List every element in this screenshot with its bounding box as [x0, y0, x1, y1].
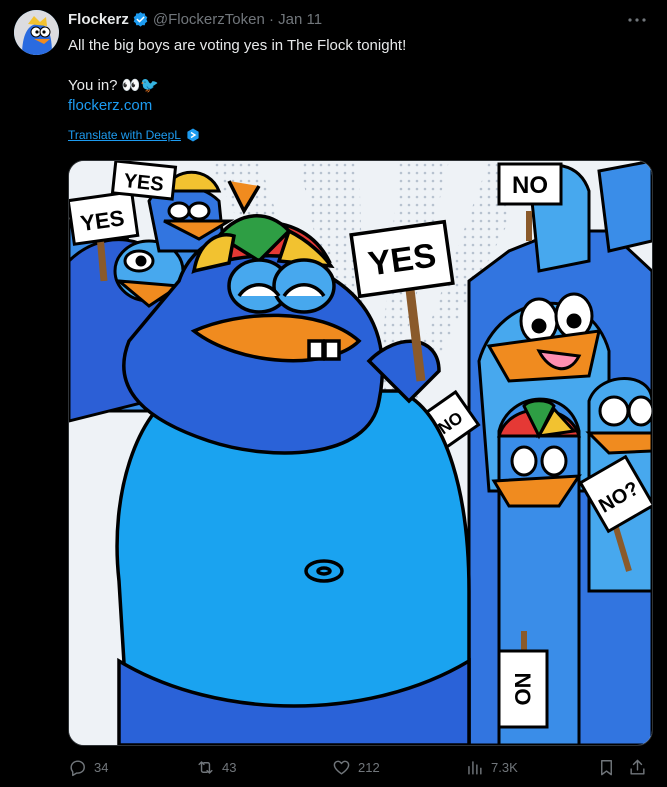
tweet-actions: 34 43 212 7.3K [68, 758, 651, 780]
tweet-link[interactable]: flockerz.com [68, 96, 648, 116]
avatar-bird-icon [14, 10, 59, 55]
tweet-text: All the big boys are voting yes in The F… [68, 36, 648, 116]
deepl-icon [187, 128, 199, 142]
sign-no-top: NO [512, 172, 548, 199]
tweet-image[interactable]: YES YES NO NO NO? NO YES [68, 160, 653, 746]
views-chart-icon [468, 761, 482, 775]
views-count: 7.3K [491, 760, 518, 775]
reply-icon [70, 760, 85, 777]
like-count: 212 [358, 760, 380, 775]
repost-count: 43 [222, 760, 237, 775]
translate-link[interactable]: Translate with DeepL [68, 128, 200, 142]
translate-label: Translate with DeepL [68, 128, 181, 142]
repost-button[interactable]: 43 [196, 758, 236, 777]
author-handle-date[interactable]: @FlockerzToken · Jan 11 [153, 11, 322, 28]
verified-badge-icon [133, 11, 148, 27]
author-name[interactable]: Flockerz [68, 11, 129, 28]
flock-voting-illustration: YES YES NO NO NO? NO YES [69, 161, 652, 745]
sign-yes-small-2: YES [123, 170, 165, 196]
reply-button[interactable]: 34 [68, 758, 108, 777]
tweet-header: Flockerz @FlockerzToken · Jan 11 [68, 9, 322, 29]
share-icon[interactable] [628, 758, 647, 777]
views-button[interactable]: 7.3K [465, 758, 518, 777]
sign-no-bottom: NO [510, 673, 535, 706]
reply-count: 34 [94, 760, 109, 775]
more-options-icon[interactable] [625, 10, 649, 30]
repost-icon [198, 761, 213, 774]
tweet-text-line2: You in? 👀🐦 [68, 77, 160, 94]
tweet-text-line1: All the big boys are voting yes in The F… [68, 37, 407, 54]
like-button[interactable]: 212 [332, 758, 380, 777]
heart-icon [333, 760, 350, 775]
bookmark-icon[interactable] [597, 758, 616, 777]
author-avatar[interactable] [14, 10, 59, 55]
